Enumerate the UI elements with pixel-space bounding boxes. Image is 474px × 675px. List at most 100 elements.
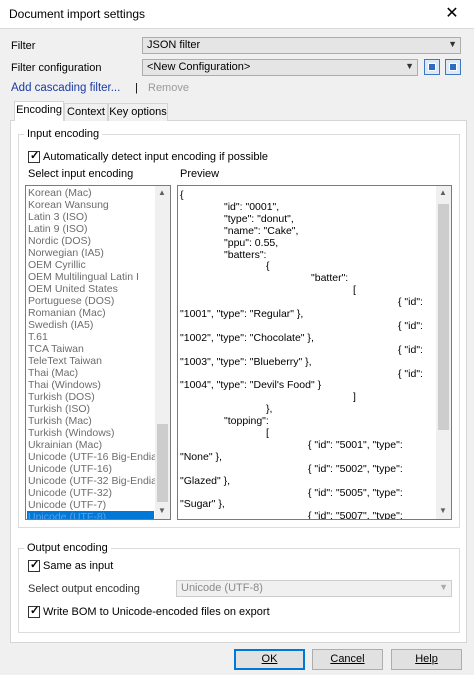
encoding-list-item[interactable]: TCA Taiwan	[28, 343, 84, 355]
preview-line: "Sugar" },	[180, 498, 225, 511]
save-as-config-icon[interactable]	[445, 59, 461, 75]
encoding-list-item[interactable]: Romanian (Mac)	[28, 307, 106, 319]
scroll-thumb[interactable]	[157, 424, 168, 502]
help-button[interactable]: Help	[391, 649, 462, 670]
encoding-list-item[interactable]: Portuguese (DOS)	[28, 295, 114, 307]
same-as-input-checkbox[interactable]	[28, 558, 40, 572]
scroll-thumb[interactable]	[438, 204, 449, 430]
title-bar: Document import settings ✕	[0, 0, 474, 29]
output-encoding-group-label: Output encoding	[24, 542, 111, 554]
add-cascading-filter-link[interactable]: Add cascading filter...	[11, 82, 120, 94]
encoding-list-item[interactable]: Korean (Mac)	[28, 187, 92, 199]
encoding-list-item[interactable]: Turkish (Windows)	[28, 427, 115, 439]
preview-line: "topping":	[224, 415, 269, 428]
preview-line: { "id": "5005", "type":	[308, 486, 403, 499]
encoding-list-item[interactable]: Turkish (DOS)	[28, 391, 95, 403]
encoding-list-item[interactable]: Korean Wansung	[28, 199, 109, 211]
tab-encoding[interactable]: Encoding	[14, 101, 64, 121]
preview-line: "1003", "type": "Blueberry" },	[180, 355, 312, 368]
encoding-list-item[interactable]: Unicode (UTF-8)	[27, 511, 154, 519]
save-config-icon[interactable]	[424, 59, 440, 75]
preview-line: "Glazed" },	[180, 474, 231, 487]
chevron-down-icon: ▼	[439, 582, 448, 592]
window-title: Document import settings	[9, 7, 146, 21]
encoding-list-item[interactable]: Latin 9 (ISO)	[28, 223, 88, 235]
preview-line: { "id": "5001", "type":	[308, 438, 403, 451]
preview-line: "type": "donut",	[224, 212, 294, 225]
scroll-down-icon[interactable]: ▼	[439, 506, 447, 515]
preview-line: { "id": "5007", "type":	[308, 510, 403, 520]
preview-line: [	[353, 284, 356, 297]
encoding-list-item[interactable]: Turkish (Mac)	[28, 415, 92, 427]
input-encoding-list[interactable]: Korean (Mac) Korean Wansung Latin 3 (ISO) L…	[25, 185, 171, 520]
preview-line: [	[266, 427, 269, 439]
preview-label: Preview	[180, 168, 220, 180]
preview-line: "1002", "type": "Chocolate" },	[180, 331, 314, 344]
help-button-label: Help	[415, 653, 438, 665]
preview-line: "1004", "type": "Devil's Food" }	[180, 379, 322, 392]
encoding-list-item[interactable]: Latin 3 (ISO)	[28, 211, 88, 223]
input-encoding-group-label: Input encoding	[24, 128, 103, 140]
output-encoding-value: Unicode (UTF-8)	[181, 582, 263, 594]
preview-line: {	[180, 189, 184, 201]
encoding-list-item[interactable]: OEM Multilingual Latin I	[28, 271, 139, 283]
tab-key-options[interactable]: Key options	[108, 103, 168, 121]
select-input-encoding-label: Select input encoding	[28, 168, 134, 180]
scroll-down-icon[interactable]: ▼	[158, 506, 166, 515]
preview-line: { "id":	[398, 343, 423, 356]
encoding-list-item[interactable]: Unicode (UTF-16 Big-Endian)	[28, 451, 166, 463]
scroll-up-icon[interactable]: ▲	[158, 188, 166, 197]
encoding-list-item[interactable]: Swedish (IA5)	[28, 319, 93, 331]
preview-line: ]	[353, 391, 356, 404]
scroll-up-icon[interactable]: ▲	[439, 188, 447, 197]
filter-config-select[interactable]: <New Configuration> ▼	[142, 59, 418, 76]
encoding-list-item[interactable]: Turkish (ISO)	[28, 403, 90, 415]
encoding-list-item[interactable]: Thai (Mac)	[28, 367, 78, 379]
encoding-list-item[interactable]: T.61	[28, 331, 48, 343]
preview-line: {	[266, 260, 270, 273]
remove-filter-link[interactable]: Remove	[148, 82, 189, 94]
filter-config-label: Filter configuration	[11, 62, 102, 74]
encoding-list-item[interactable]: TeleText Taiwan	[28, 355, 102, 367]
preview-line: "1001", "type": "Regular" },	[180, 308, 304, 320]
encoding-list-item[interactable]: Norwegian (IA5)	[28, 247, 104, 259]
close-icon[interactable]: ✕	[430, 0, 474, 28]
encoding-list-item[interactable]: Thai (Windows)	[28, 379, 101, 391]
encoding-list-item[interactable]: Unicode (UTF-32)	[28, 487, 112, 499]
encoding-list-item[interactable]: Ukrainian (Mac)	[28, 439, 102, 451]
cancel-button[interactable]: Cancel	[312, 649, 383, 670]
auto-detect-label: Automatically detect input encoding if p…	[43, 151, 269, 163]
select-output-encoding-label: Select output encoding	[28, 583, 140, 595]
encoding-list-item[interactable]: OEM United States	[28, 283, 118, 295]
encoding-list-item[interactable]: OEM Cyrillic	[28, 259, 86, 271]
chevron-down-icon: ▼	[448, 39, 457, 49]
preview-line: "ppu": 0.55,	[224, 236, 279, 249]
auto-detect-checkbox[interactable]	[28, 149, 40, 163]
tab-context[interactable]: Context	[64, 103, 108, 121]
cancel-button-label: Cancel	[330, 653, 365, 665]
encoding-list-item[interactable]: Unicode (UTF-7)	[28, 499, 106, 511]
preview-line: "batters":	[224, 248, 267, 261]
same-as-input-label: Same as input	[43, 560, 114, 572]
filter-label: Filter	[11, 40, 36, 52]
write-bom-label: Write BOM to Unicode-encoded files on ex…	[43, 606, 270, 618]
preview-line: { "id":	[398, 367, 423, 380]
preview-line: { "id":	[398, 296, 423, 309]
filter-select[interactable]: JSON filter ▼	[142, 37, 461, 54]
preview-scrollbar[interactable]: ▲ ▼	[436, 186, 451, 519]
encoding-list-item[interactable]: Nordic (DOS)	[28, 235, 91, 247]
output-encoding-select[interactable]: Unicode (UTF-8) ▼	[176, 580, 452, 597]
encoding-list-item[interactable]: Unicode (UTF-16)	[28, 463, 112, 475]
preview-line: "None" },	[180, 450, 222, 463]
encoding-list-item[interactable]: Unicode (UTF-32 Big-Endian)	[28, 475, 166, 487]
filter-value: JSON filter	[147, 39, 201, 51]
preview-line: "batter":	[311, 272, 349, 285]
write-bom-checkbox[interactable]	[28, 604, 40, 618]
ok-button[interactable]: OK	[234, 649, 305, 670]
encoding-list-scrollbar[interactable]: ▲ ▼	[155, 186, 170, 519]
preview-line: "name": "Cake",	[224, 224, 299, 237]
filter-config-value: <New Configuration>	[147, 61, 251, 73]
preview-line: "id": "0001",	[224, 200, 280, 213]
ok-button-label: OK	[261, 653, 278, 665]
preview-line: { "id": "5002", "type":	[308, 462, 403, 475]
